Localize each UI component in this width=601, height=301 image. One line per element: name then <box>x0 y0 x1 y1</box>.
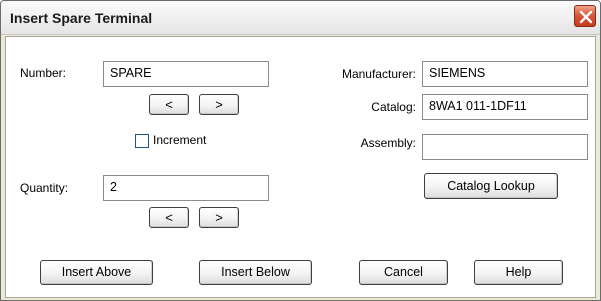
increment-label: Increment <box>153 133 207 147</box>
insert-below-button[interactable]: Insert Below <box>199 260 312 285</box>
number-field[interactable]: SPARE <box>103 61 269 87</box>
increment-checkbox[interactable] <box>135 134 149 148</box>
assembly-field[interactable] <box>422 134 588 160</box>
assembly-label: Assembly: <box>360 136 416 150</box>
quantity-previous-button[interactable]: < <box>149 207 189 228</box>
number-next-button[interactable]: > <box>199 94 239 115</box>
dialog-body: Number: SPARE < > Increment Quantity: 2 … <box>5 36 596 298</box>
insert-above-button[interactable]: Insert Above <box>40 260 153 285</box>
quantity-field[interactable]: 2 <box>103 175 269 201</box>
dialog-title: Insert Spare Terminal <box>10 10 153 26</box>
close-x-icon <box>579 10 593 24</box>
number-label: Number: <box>20 66 67 80</box>
number-previous-button[interactable]: < <box>149 94 189 115</box>
quantity-label: Quantity: <box>20 181 69 195</box>
quantity-next-button[interactable]: > <box>199 207 239 228</box>
catalog-field[interactable]: 8WA1 011-1DF11 <box>422 94 588 120</box>
help-button[interactable]: Help <box>474 260 563 285</box>
cancel-button[interactable]: Cancel <box>359 260 448 285</box>
manufacturer-label: Manufacturer: <box>341 67 416 81</box>
insert-spare-terminal-dialog: Insert Spare Terminal Number: SPARE < > … <box>0 0 601 301</box>
close-button[interactable] <box>574 5 596 27</box>
catalog-label: Catalog: <box>371 100 416 114</box>
catalog-lookup-button[interactable]: Catalog Lookup <box>424 173 558 199</box>
manufacturer-field[interactable]: SIEMENS <box>422 61 588 87</box>
title-bar[interactable]: Insert Spare Terminal <box>1 1 600 35</box>
